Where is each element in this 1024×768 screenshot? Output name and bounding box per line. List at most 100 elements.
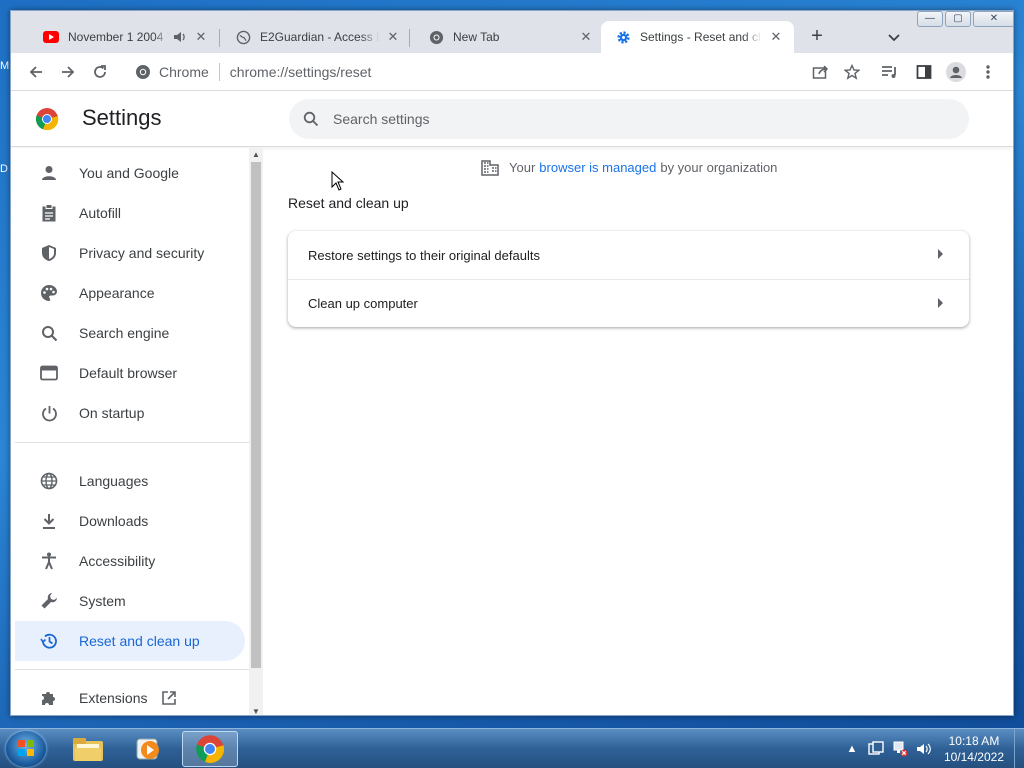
- clock[interactable]: 10:18 AM 10/14/2022: [944, 733, 1004, 765]
- sidebar-item-appearance[interactable]: Appearance: [15, 273, 245, 313]
- chrome-icon: [196, 735, 225, 763]
- clock-time: 10:18 AM: [948, 734, 1000, 748]
- sidebar-item-privacy-and-security[interactable]: Privacy and security: [15, 233, 245, 273]
- taskbar-media-player[interactable]: [120, 731, 176, 767]
- omnibox-divider: [218, 63, 220, 81]
- tab-search-button[interactable]: [884, 27, 904, 47]
- taskbar-chrome[interactable]: [182, 731, 238, 767]
- sidebar-item-label: Reset and clean up: [79, 633, 200, 649]
- arrow-left-icon: [29, 66, 42, 78]
- media-queue-icon: [882, 66, 896, 78]
- tab-settings[interactable]: Settings - Reset and cle ✕: [601, 21, 794, 53]
- sidebar-item-system[interactable]: System: [15, 581, 245, 621]
- puzzle-icon: [39, 688, 59, 708]
- sidebar-item-label: System: [79, 593, 126, 609]
- minimize-button[interactable]: —: [917, 11, 943, 27]
- sidebar-item-on-startup[interactable]: On startup: [15, 393, 245, 433]
- managed-prefix: Your: [509, 159, 536, 175]
- open-in-new-icon: [161, 690, 177, 706]
- tab-new-tab[interactable]: New Tab ✕: [414, 21, 604, 53]
- sidebar-item-label: Default browser: [79, 365, 178, 381]
- taskbar: ▲ 10:18 AM 10/14/2022: [0, 728, 1024, 768]
- clock-date: 10/14/2022: [943, 750, 1004, 764]
- sidebar-item-reset-and-clean-up[interactable]: Reset and clean up: [15, 621, 245, 661]
- share-icon: [812, 65, 828, 79]
- tab-label: New Tab: [453, 30, 500, 44]
- scroll-down-arrow[interactable]: ▼: [252, 707, 260, 715]
- settings-sidebar: You and Google Autofill Privacy and secu…: [11, 148, 249, 715]
- close-icon[interactable]: ✕: [193, 29, 209, 45]
- sidebar-item-label: Languages: [79, 473, 149, 489]
- close-icon[interactable]: ✕: [385, 29, 401, 45]
- sidebar-item-autofill[interactable]: Autofill: [15, 193, 245, 233]
- side-panel-icon: [916, 65, 932, 79]
- volume-icon[interactable]: [916, 741, 932, 757]
- managed-notice: Your browser is managed by your organiza…: [481, 158, 777, 176]
- reload-button[interactable]: [89, 61, 111, 83]
- bookmark-button[interactable]: [841, 61, 863, 83]
- browser-window: November 1 2004 Y ✕ E2Guardian - Access …: [10, 10, 1014, 716]
- sidebar-item-label: Autofill: [79, 205, 122, 221]
- start-button[interactable]: [6, 731, 46, 767]
- forward-button[interactable]: [57, 61, 79, 83]
- palette-icon: [39, 283, 59, 303]
- back-button[interactable]: [25, 61, 47, 83]
- avatar-icon: [946, 62, 966, 82]
- explorer-icon: [73, 738, 103, 761]
- sidebar-scrollbar[interactable]: ▲ ▼: [249, 148, 263, 715]
- menu-button[interactable]: [977, 61, 999, 83]
- scrollbar-thumb[interactable]: [251, 162, 261, 668]
- globe-icon: [235, 29, 251, 45]
- more-vert-icon: [986, 65, 990, 79]
- sidebar-divider: [15, 669, 249, 670]
- windows-logo-icon: [18, 740, 34, 756]
- clean-up-computer-row[interactable]: Clean up computer: [288, 279, 969, 327]
- sidebar-item-search-engine[interactable]: Search engine: [15, 313, 245, 353]
- managed-suffix: by your organization: [660, 159, 778, 175]
- search-settings-input[interactable]: [333, 111, 933, 127]
- address-bar[interactable]: Chrome chrome://settings/reset: [125, 57, 845, 87]
- reading-list-button[interactable]: [879, 61, 901, 83]
- settings-gear-icon: [615, 29, 631, 45]
- managed-link[interactable]: browser is managed: [539, 160, 656, 175]
- window-close-button[interactable]: ✕: [973, 11, 1013, 27]
- chrome-icon: [428, 29, 444, 45]
- browser-toolbar: Chrome chrome://settings/reset: [11, 53, 1013, 91]
- url-text[interactable]: chrome://settings/reset: [230, 64, 372, 80]
- profile-button[interactable]: [945, 61, 967, 83]
- person-icon: [39, 163, 59, 183]
- close-icon[interactable]: ✕: [768, 29, 784, 45]
- restore-defaults-row[interactable]: Restore settings to their original defau…: [288, 231, 969, 279]
- arrow-right-icon: [62, 66, 75, 78]
- sidebar-item-you-and-google[interactable]: You and Google: [15, 153, 245, 193]
- sidebar-item-accessibility[interactable]: Accessibility: [15, 541, 245, 581]
- taskbar-explorer[interactable]: [60, 731, 116, 767]
- window-controls: — ▢ ✕: [915, 11, 1013, 29]
- sidebar-item-downloads[interactable]: Downloads: [15, 501, 245, 541]
- scroll-up-arrow[interactable]: ▲: [252, 150, 260, 159]
- maximize-button[interactable]: ▢: [945, 11, 971, 27]
- side-panel-button[interactable]: [913, 61, 935, 83]
- action-center-icon[interactable]: [868, 741, 884, 757]
- close-icon[interactable]: ✕: [578, 29, 594, 45]
- tab-e2guardian[interactable]: E2Guardian - Access De ✕: [221, 21, 411, 53]
- show-hidden-icons-icon[interactable]: ▲: [844, 741, 860, 757]
- show-desktop-button[interactable]: [1014, 729, 1024, 768]
- mouse-cursor-icon: [331, 170, 345, 191]
- settings-search[interactable]: [289, 99, 969, 139]
- system-tray: ▲ 10:18 AM 10/14/2022: [844, 729, 1024, 768]
- arrow-right-icon: [938, 249, 943, 259]
- tab-youtube[interactable]: November 1 2004 Y ✕: [29, 21, 219, 53]
- tab-label: Settings - Reset and cle: [640, 30, 762, 44]
- sidebar-item-languages[interactable]: Languages: [15, 461, 245, 501]
- tab-strip: November 1 2004 Y ✕ E2Guardian - Access …: [11, 11, 1013, 53]
- sidebar-item-label: Search engine: [79, 325, 170, 341]
- speaker-icon[interactable]: [173, 29, 187, 45]
- network-icon[interactable]: [892, 741, 908, 757]
- arrow-right-icon: [938, 298, 943, 308]
- sidebar-item-extensions[interactable]: Extensions: [15, 678, 245, 715]
- share-button[interactable]: [809, 61, 831, 83]
- tab-label: E2Guardian - Access De: [260, 30, 379, 44]
- sidebar-item-default-browser[interactable]: Default browser: [15, 353, 245, 393]
- new-tab-button[interactable]: +: [805, 25, 829, 49]
